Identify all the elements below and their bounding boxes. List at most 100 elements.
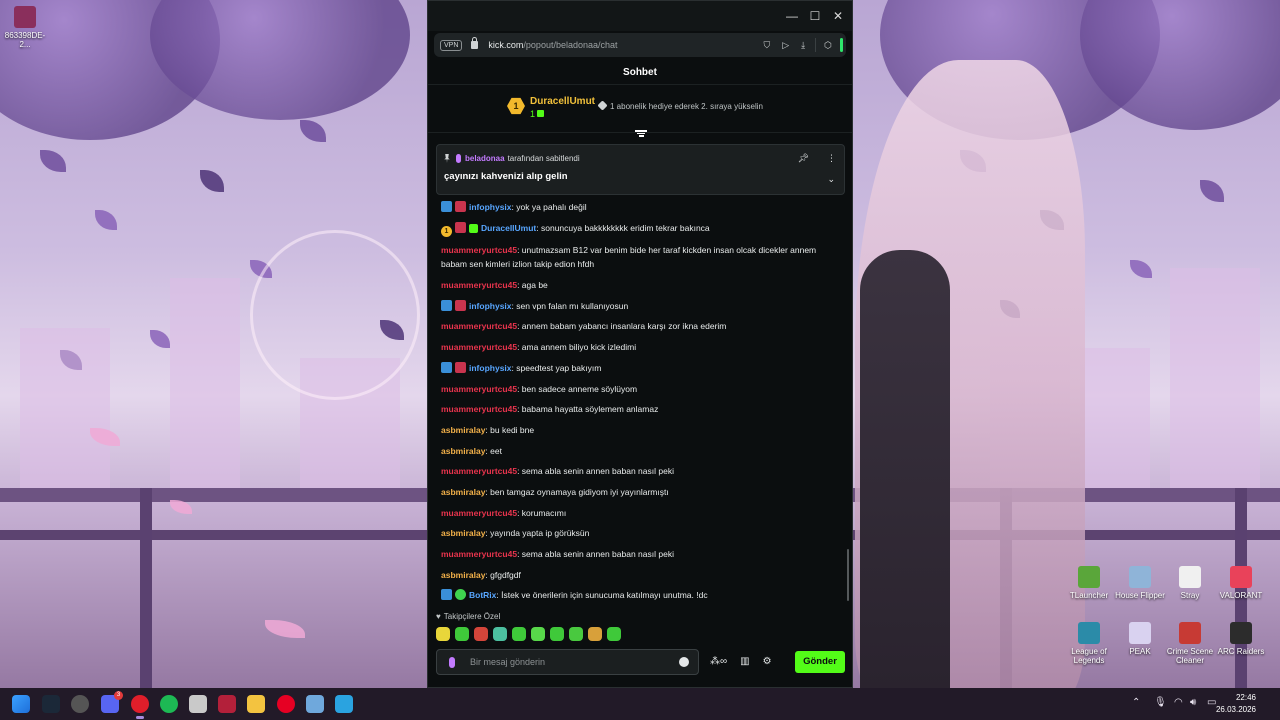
address-bar[interactable]: VPN kick.com/popout/beladonaa/chat ⛉ ▷ ⤓…: [434, 33, 846, 57]
chat-username[interactable]: asbmiralay: [441, 570, 485, 580]
chat-username[interactable]: muammeryurtcu45: [441, 342, 517, 352]
desktop-icon-crime-scene-cleaner[interactable]: Crime Scene Cleaner: [1163, 622, 1217, 665]
chat-username[interactable]: DuracellUmut: [481, 223, 536, 233]
close-button[interactable]: ✕: [830, 9, 846, 23]
spotify-icon[interactable]: [160, 695, 178, 713]
extension-cube-icon[interactable]: ⬡: [824, 40, 832, 51]
app-icon[interactable]: [335, 695, 353, 713]
desktop-icon-stray[interactable]: Stray: [1163, 566, 1217, 600]
leader-gift-count: 1: [530, 109, 545, 119]
affinity-icon[interactable]: [218, 695, 236, 713]
file-explorer-icon[interactable]: [247, 695, 265, 713]
chat-username[interactable]: asbmiralay: [441, 446, 485, 456]
expand-menu-icon[interactable]: [635, 129, 647, 137]
chat-username[interactable]: muammeryurtcu45: [441, 549, 517, 559]
desktop-icon-file[interactable]: 863398DE-2...: [0, 6, 50, 49]
wallpaper-character-body: [860, 250, 950, 688]
chat-username[interactable]: muammeryurtcu45: [441, 466, 517, 476]
maximize-button[interactable]: ☐: [807, 9, 823, 23]
more-options-icon[interactable]: ⋮: [827, 153, 836, 164]
gift-leaderboard[interactable]: 1 DuracellUmut 1 1 abonelik hediye edere…: [428, 87, 852, 133]
wallpaper-petal: [265, 620, 305, 638]
desktop-icon-label: League of Legends: [1071, 647, 1107, 666]
emote-icon[interactable]: [531, 627, 545, 641]
unpin-icon[interactable]: 📌︎: [798, 153, 809, 164]
wallpaper-leaf: [1130, 260, 1152, 278]
chat-username[interactable]: muammeryurtcu45: [441, 384, 517, 394]
app-icon[interactable]: [189, 695, 207, 713]
chat-username[interactable]: infophysix: [469, 301, 512, 311]
chat-username[interactable]: infophysix: [469, 202, 512, 212]
windows-start-icon[interactable]: [12, 695, 30, 713]
github-desktop-icon[interactable]: [71, 695, 89, 713]
crime-scene-cleaner-icon: [1179, 622, 1201, 644]
emote-icon[interactable]: [474, 627, 488, 641]
desktop-icon-tlauncher[interactable]: TLauncher: [1062, 566, 1116, 600]
address-bar-actions: ⛉ ▷ ⤓: [763, 40, 805, 51]
emote-icon[interactable]: [512, 627, 526, 641]
leader-username[interactable]: DuracellUmut: [530, 96, 595, 107]
chat-username[interactable]: muammeryurtcu45: [441, 508, 517, 518]
microphone-icon[interactable]: 🎙︎: [1154, 697, 1167, 708]
users-icon[interactable]: ⁂∞: [710, 656, 727, 667]
red-badge-icon: [455, 201, 466, 212]
shield-icon[interactable]: ⛉: [763, 40, 770, 51]
desktop-icon-valorant[interactable]: VALORANT: [1214, 566, 1268, 600]
emote-icon[interactable]: [436, 627, 450, 641]
sidebar-indicator-icon[interactable]: [840, 38, 843, 52]
discord-icon[interactable]: 3: [101, 691, 123, 713]
emote-icon[interactable]: [455, 627, 469, 641]
chat-username[interactable]: muammeryurtcu45: [441, 245, 517, 255]
leaderboard-info: 1 abonelik hediye ederek 2. sıraya yükse…: [597, 100, 763, 111]
chat-message: asbmiralay: ben tamgaz oynamaya gidiyom …: [441, 485, 836, 499]
opera-gx-icon[interactable]: [131, 695, 149, 713]
url-text[interactable]: kick.com/popout/beladonaa/chat: [488, 40, 617, 50]
url-path: /popout/beladonaa/chat: [523, 40, 618, 50]
app-icon[interactable]: [306, 695, 324, 713]
chat-username[interactable]: asbmiralay: [441, 487, 485, 497]
volume-icon[interactable]: 🔊︎: [1190, 697, 1196, 708]
pinned-message[interactable]: beladonaa tarafından sabitlendi çayınızı…: [436, 144, 845, 195]
chevron-down-icon[interactable]: ⌄: [827, 174, 835, 185]
chevron-up-icon[interactable]: ⌃: [1132, 697, 1140, 708]
desktop-icon-house-flipper[interactable]: House Flipper: [1113, 566, 1167, 600]
lock-icon[interactable]: [471, 37, 479, 49]
chat-message-text: : ben sadece anneme söylüyom: [517, 383, 638, 394]
chat-username[interactable]: muammeryurtcu45: [441, 321, 517, 331]
chat-input[interactable]: Bir mesaj gönderin: [436, 649, 699, 675]
blue-badge-icon: [441, 361, 452, 373]
emote-icon[interactable]: [607, 627, 621, 641]
gift-shop-icon[interactable]: ▥: [740, 656, 749, 667]
pinned-by-user[interactable]: beladonaa: [465, 154, 505, 163]
desktop-icon-league-of-legends[interactable]: League of Legends: [1062, 622, 1116, 665]
chat-username[interactable]: asbmiralay: [441, 425, 485, 435]
window-titlebar[interactable]: — ☐ ✕: [428, 1, 852, 31]
emote-icon[interactable]: [569, 627, 583, 641]
chat-username[interactable]: muammeryurtcu45: [441, 280, 517, 290]
vpn-badge[interactable]: VPN: [440, 39, 463, 51]
emoji-picker-icon[interactable]: [679, 657, 689, 667]
chat-message: asbmiralay: bu kedi bne: [441, 423, 836, 437]
chat-username[interactable]: asbmiralay: [441, 528, 485, 538]
pinterest-icon[interactable]: [277, 695, 295, 713]
clock[interactable]: 22:46 26.03.2026: [1216, 692, 1256, 716]
gift-count-value: 1: [530, 109, 536, 119]
emote-icon[interactable]: [588, 627, 602, 641]
wifi-icon[interactable]: ◠: [1174, 697, 1183, 708]
settings-gear-icon[interactable]: ⚙: [763, 656, 772, 667]
chat-username[interactable]: muammeryurtcu45: [441, 404, 517, 414]
play-icon[interactable]: ▷: [782, 40, 789, 51]
chat-message-text: : yok ya pahalı değil: [511, 202, 587, 212]
chat-message-text: : ben tamgaz oynamaya gidiyom iyi yayınl…: [485, 486, 669, 497]
minimize-button[interactable]: —: [784, 9, 800, 23]
emote-icon[interactable]: [550, 627, 564, 641]
download-icon[interactable]: ⤓: [801, 40, 805, 51]
send-button[interactable]: Gönder: [795, 651, 845, 673]
desktop-icon-peak[interactable]: PEAK: [1113, 622, 1167, 656]
chat-username[interactable]: BotRix: [469, 590, 496, 600]
steam-icon[interactable]: [42, 695, 60, 713]
desktop-icon-arc-raiders[interactable]: ARC Raiders: [1214, 622, 1268, 656]
chat-username[interactable]: infophysix: [469, 363, 512, 373]
emote-icon[interactable]: [493, 627, 507, 641]
chat-scrollbar[interactable]: [847, 549, 849, 601]
